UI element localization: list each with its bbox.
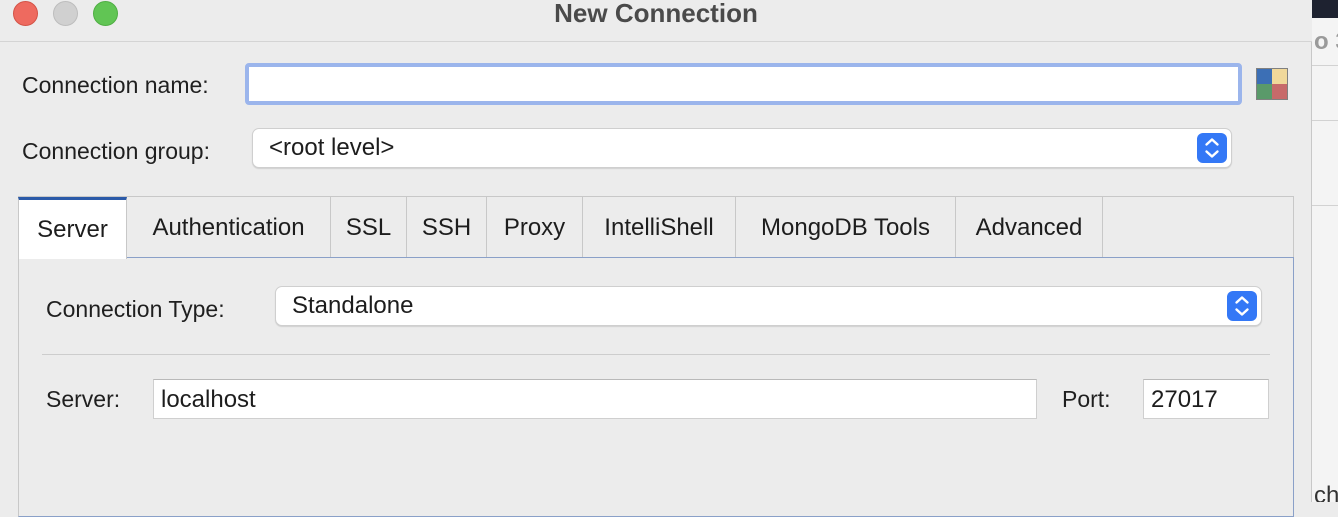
background-window-header (1312, 0, 1338, 18)
background-window-text: o 3 (1314, 28, 1338, 55)
tab-mongodb-tools[interactable]: MongoDB Tools (736, 197, 956, 258)
connection-tabs: Server Authentication SSL SSH Proxy Inte… (18, 196, 1294, 259)
chevron-up-down-icon (1227, 291, 1257, 321)
color-swatch-blue (1257, 69, 1272, 84)
window-title: New Connection (554, 0, 758, 28)
port-label: Port: (1062, 386, 1111, 412)
title-bar: New Connection (0, 0, 1312, 42)
tab-authentication[interactable]: Authentication (127, 197, 331, 258)
background-divider (1312, 65, 1338, 66)
background-divider (1312, 120, 1338, 121)
port-input[interactable]: 27017 (1143, 379, 1269, 419)
section-divider (42, 354, 1270, 355)
tab-strip-filler (1103, 197, 1293, 259)
connection-name-label: Connection name: (22, 72, 209, 98)
new-connection-dialog: New Connection Connection name: Connecti… (0, 0, 1312, 517)
connection-name-input[interactable] (245, 63, 1242, 105)
connection-group-value: <root level> (269, 134, 395, 161)
color-swatch-yellow (1272, 69, 1287, 84)
tab-advanced[interactable]: Advanced (956, 197, 1103, 258)
color-swatch-red (1272, 84, 1287, 99)
connection-group-select[interactable]: <root level> (252, 128, 1232, 168)
server-label: Server: (46, 386, 121, 412)
connection-type-value: Standalone (292, 292, 414, 319)
tab-ssh[interactable]: SSH (407, 197, 487, 258)
color-swatch-green (1257, 84, 1272, 99)
connection-group-label: Connection group: (22, 138, 210, 164)
tab-intellishell[interactable]: IntelliShell (583, 197, 736, 258)
server-host-input[interactable]: localhost (153, 379, 1037, 419)
tab-server[interactable]: Server (18, 197, 127, 259)
connection-type-select[interactable]: Standalone (275, 286, 1262, 326)
background-window-text: ch (1314, 482, 1338, 502)
background-divider (1312, 205, 1338, 206)
tab-proxy[interactable]: Proxy (487, 197, 583, 258)
connection-type-label: Connection Type: (46, 296, 225, 322)
background-window: o 3 ch (1312, 0, 1338, 502)
chevron-up-down-icon (1197, 133, 1227, 163)
tab-ssl[interactable]: SSL (331, 197, 407, 258)
connection-color-picker[interactable] (1256, 68, 1288, 100)
